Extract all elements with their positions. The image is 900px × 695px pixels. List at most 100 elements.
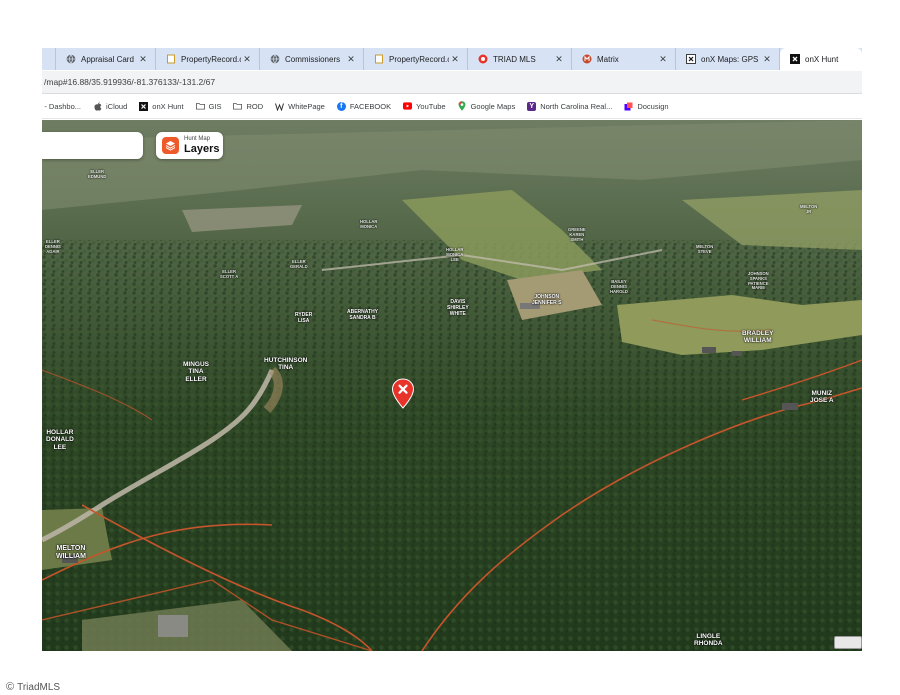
bookmark-label: onX Hunt [152,101,184,111]
owner-label[interactable]: ELLER SCOTT A [220,269,238,280]
browser-window: Appraisal Card ✕ PropertyRecord.c ✕ Comm… [42,44,862,651]
tab-label: Matrix [597,54,619,64]
owner-label[interactable]: JOHNSON SPARKS PATIENCE MARIE [748,271,769,291]
facebook-icon: f [336,101,346,111]
bookmark-label: GIS [208,101,222,111]
owner-label[interactable]: DAVIS SHIRLEY WHITE [447,299,469,317]
matrix-icon [582,54,592,64]
tab-matrix[interactable]: Matrix ✕ [572,48,676,70]
docusign-icon [624,102,633,111]
owner-label[interactable]: MELTON STEVE [696,244,713,255]
bookmark-label: m - Dashbo... [42,101,82,111]
owner-label[interactable]: BAILEY DENNIS HAROLD [610,279,628,294]
bookmark-icloud[interactable]: iCloud [93,102,127,111]
address-bar[interactable]: /map#16.88/35.919936/-81.376133/-131.2/6… [42,71,862,94]
owner-label[interactable]: HOLLAR MONICA [360,219,377,230]
copyright-icon: © [6,681,15,693]
tab-label: Commissioners [285,54,341,64]
tab-overflow[interactable] [42,48,56,70]
bookmark-google-maps[interactable]: Google Maps [458,101,516,111]
close-icon[interactable]: ✕ [657,54,669,65]
tab-commissioners[interactable]: Commissioners ✕ [260,48,364,70]
onx-icon [790,54,800,64]
bookmark-label: WhitePage [288,101,325,111]
tab-onx-maps[interactable]: onX Maps: GPS M ✕ [676,48,780,70]
tab-label: Appraisal Card [81,54,134,64]
owner-label[interactable]: HOLLAR MONICA LEE [446,247,463,262]
close-icon[interactable]: ✕ [553,54,565,65]
owner-label[interactable]: JOHNSON JENNIFER S [532,294,561,307]
tab-triad-mls[interactable]: TRIAD MLS ✕ [468,48,572,70]
owner-label[interactable]: BRADLEY WILLIAM [742,330,773,345]
search-input[interactable] [42,132,143,159]
apple-icon [93,101,102,111]
map-pin-icon[interactable] [391,378,415,410]
aerial-terrain [42,120,862,651]
tab-label: onX Maps: GPS M [701,54,761,64]
owner-label[interactable]: HOLLAR DONALD LEE [46,429,74,451]
globe-icon [66,54,76,64]
owner-label[interactable]: MUNIZ JOSE A [810,390,834,405]
bookmark-dashboard[interactable]: m - Dashbo... [42,102,81,111]
close-icon[interactable]: ✕ [345,54,357,65]
bookmarks-bar: m - Dashbo... iCloud onX Hunt GIS ROD Wh… [42,94,862,119]
bookmark-nc-real[interactable]: Y North Carolina Real... [527,101,613,111]
owner-label[interactable]: ELLER EDMUND [88,169,106,180]
tab-onx-hunt[interactable]: onX Hunt [780,48,862,70]
tab-appraisal-card[interactable]: Appraisal Card ✕ [56,48,156,70]
address-url[interactable]: /map#16.88/35.919936/-81.376133/-131.2/6… [42,77,215,87]
owner-label[interactable]: ABERNATHY SANDRA B [347,309,378,322]
bookmark-label: ROD [246,101,264,111]
tab-property-record-1[interactable]: PropertyRecord.c ✕ [156,48,260,70]
bookmark-label: YouTube [416,101,446,111]
close-icon[interactable]: ✕ [761,54,773,65]
maps-pin-icon [458,101,467,111]
bookmark-rod[interactable]: ROD [233,102,263,111]
tab-label: PropertyRecord.c [181,54,241,64]
onx-icon [139,101,149,111]
onx-icon [686,54,696,64]
scale-bar [834,636,862,649]
bookmark-label: Google Maps [470,101,516,111]
bookmark-whitepage[interactable]: WhitePage [275,102,325,111]
owner-label[interactable]: HUTCHINSON TINA [264,357,307,372]
map-view[interactable]: Hunt Map Layers HUTCHINSON TINA MINGUS T… [42,120,862,651]
bookmark-label: FACEBOOK [349,101,392,111]
tab-label: onX Hunt [805,54,839,64]
page-icon [166,54,176,64]
bookmark-facebook[interactable]: f FACEBOOK [336,101,392,111]
folder-icon [233,102,243,111]
close-icon[interactable]: ✕ [449,54,461,65]
owner-label[interactable]: MELTON WILLIAM [56,545,86,561]
folder-icon [195,102,205,111]
close-icon[interactable]: ✕ [241,54,253,65]
layers-icon [162,137,179,154]
owner-label[interactable]: MINGUS TINA ELLER [183,361,209,383]
layers-button-subtitle: Hunt Map [184,136,211,142]
owner-label[interactable]: ELLER GERALD [290,259,308,270]
watermark-label: TriadMLS [17,681,61,693]
owner-label[interactable]: GREENE KAREN SMITH [568,227,586,242]
layers-button[interactable]: Hunt Map Layers [156,132,223,159]
bookmark-label: North Carolina Real... [540,101,613,111]
bookmark-onx-hunt[interactable]: onX Hunt [139,101,184,111]
bookmark-label: Docusign [637,101,669,111]
bookmark-gis[interactable]: GIS [195,101,222,111]
owner-label[interactable]: RYDER LISA [295,312,312,325]
whitepage-icon [275,102,285,111]
watermark: © TriadMLS [6,681,60,693]
bookmark-docusign[interactable]: Docusign [624,101,669,111]
owner-label[interactable]: ELLER DENNIS ADAIR [45,239,61,254]
youtube-icon [403,102,413,111]
page-icon [374,54,384,64]
bookmark-youtube[interactable]: YouTube [403,101,446,111]
layers-button-label: Layers [184,143,220,155]
tab-property-record-2[interactable]: PropertyRecord.c ✕ [364,48,468,70]
tab-label: TRIAD MLS [493,54,536,64]
ncreal-icon: Y [527,101,537,111]
bookmark-label: iCloud [106,101,128,111]
owner-label[interactable]: MELTON JR [800,204,817,215]
globe-icon [270,54,280,64]
close-icon[interactable]: ✕ [137,54,149,65]
owner-label[interactable]: LINGLE RHONDA [694,633,723,648]
